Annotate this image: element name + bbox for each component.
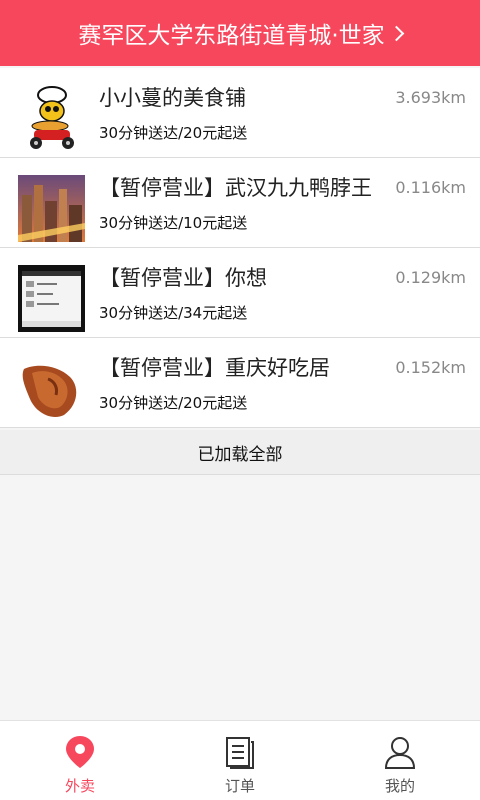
tab-orders[interactable]: 订单 [160,721,320,800]
shop-item[interactable]: 【暂停营业】你想 0.129km 30分钟送达/34元起送 [0,248,480,338]
chef-scooter-logo-icon [18,85,85,152]
tab-label: 我的 [384,777,415,795]
tab-mine[interactable]: 我的 [320,721,480,800]
shop-distance: 0.129km [393,268,466,287]
shop-thumbnail [18,85,85,152]
shop-item[interactable]: 小小蔓的美食铺 3.693km 30分钟送达/20元起送 [0,68,480,158]
location-header[interactable]: 赛罕区大学东路街道青城·世家 [0,0,480,66]
location-pin-icon [66,736,94,768]
shop-name: 【暂停营业】你想 [99,266,267,290]
shop-delivery-info: 30分钟送达/20元起送 [99,394,248,412]
city-night-photo-icon [18,175,85,242]
chevron-right-icon [388,25,404,42]
shop-name: 【暂停营业】武汉九九鸭脖王 [99,176,372,200]
shop-delivery-info: 30分钟送达/34元起送 [99,304,248,322]
shop-thumbnail [18,265,85,332]
tab-label: 外卖 [64,777,95,795]
shop-thumbnail [18,175,85,242]
shop-item[interactable]: 【暂停营业】武汉九九鸭脖王 0.116km 30分钟送达/10元起送 [0,158,480,248]
bottom-tab-bar: 外卖 订单 我的 [0,720,480,800]
order-list-icon [226,737,254,769]
shop-thumbnail [18,355,85,422]
shop-name: 【暂停营业】重庆好吃居 [99,356,330,380]
phone-screenshot-icon [18,265,85,332]
user-icon [384,737,416,769]
shop-distance: 3.693km [393,88,466,107]
tab-takeout[interactable]: 外卖 [0,721,160,800]
duck-meat-photo-icon [18,355,85,422]
shop-distance: 0.152km [393,358,466,377]
shop-distance: 0.116km [393,178,466,197]
shop-list: 小小蔓的美食铺 3.693km 30分钟送达/20元起送 【暂停营业】武汉九九鸭… [0,68,480,428]
shop-name: 小小蔓的美食铺 [99,86,246,110]
location-title: 赛罕区大学东路街道青城·世家 [78,23,385,49]
shop-delivery-info: 30分钟送达/20元起送 [99,124,248,142]
load-status: 已加载全部 [0,430,480,475]
shop-delivery-info: 30分钟送达/10元起送 [99,214,248,232]
shop-item[interactable]: 【暂停营业】重庆好吃居 0.152km 30分钟送达/20元起送 [0,338,480,428]
tab-label: 订单 [224,777,255,795]
